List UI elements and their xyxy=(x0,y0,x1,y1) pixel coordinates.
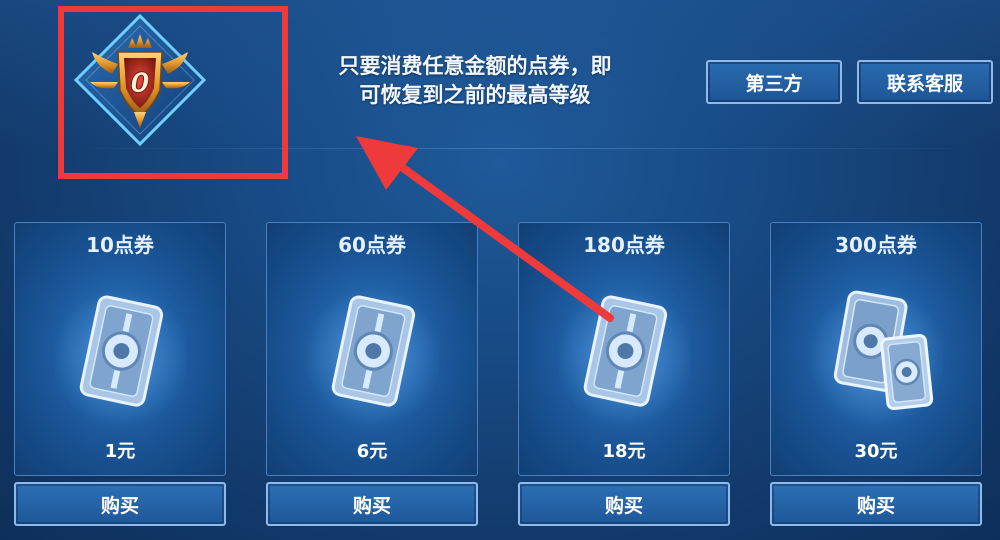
package-card-10[interactable]: 10点券 1元 xyxy=(14,222,226,476)
buy-button-300[interactable]: 购买 xyxy=(770,482,982,526)
recovery-notice: 只要消费任意金额的点券，即 可恢复到之前的最高等级 xyxy=(300,52,650,110)
notice-line-2: 可恢复到之前的最高等级 xyxy=(359,83,591,107)
coupon-stack-icon xyxy=(823,289,935,417)
package-title: 60点券 xyxy=(338,233,406,257)
coupon-icon xyxy=(75,293,167,413)
package-price: 1元 xyxy=(104,441,136,462)
third-party-button[interactable]: 第三方 xyxy=(706,60,842,104)
customer-service-button[interactable]: 联系客服 xyxy=(857,60,993,104)
buy-button-10[interactable]: 购买 xyxy=(14,482,226,526)
package-title: 180点券 xyxy=(583,233,665,257)
package-price: 18元 xyxy=(602,441,646,462)
notice-line-1: 只要消费任意金额的点券，即 xyxy=(338,54,612,78)
buy-button-180[interactable]: 购买 xyxy=(518,482,730,526)
buy-button-60[interactable]: 购买 xyxy=(266,482,478,526)
package-card-60[interactable]: 60点券 6元 xyxy=(266,222,478,476)
package-card-300[interactable]: 300点券 30元 xyxy=(770,222,982,476)
package-price: 30元 xyxy=(854,441,898,462)
package-card-180[interactable]: 180点券 18元 xyxy=(518,222,730,476)
package-title: 300点券 xyxy=(835,233,917,257)
coupon-icon xyxy=(327,293,419,413)
package-price: 6元 xyxy=(356,441,388,462)
package-title: 10点券 xyxy=(86,233,154,257)
coupon-icon xyxy=(579,293,671,413)
highlight-box xyxy=(58,6,288,179)
